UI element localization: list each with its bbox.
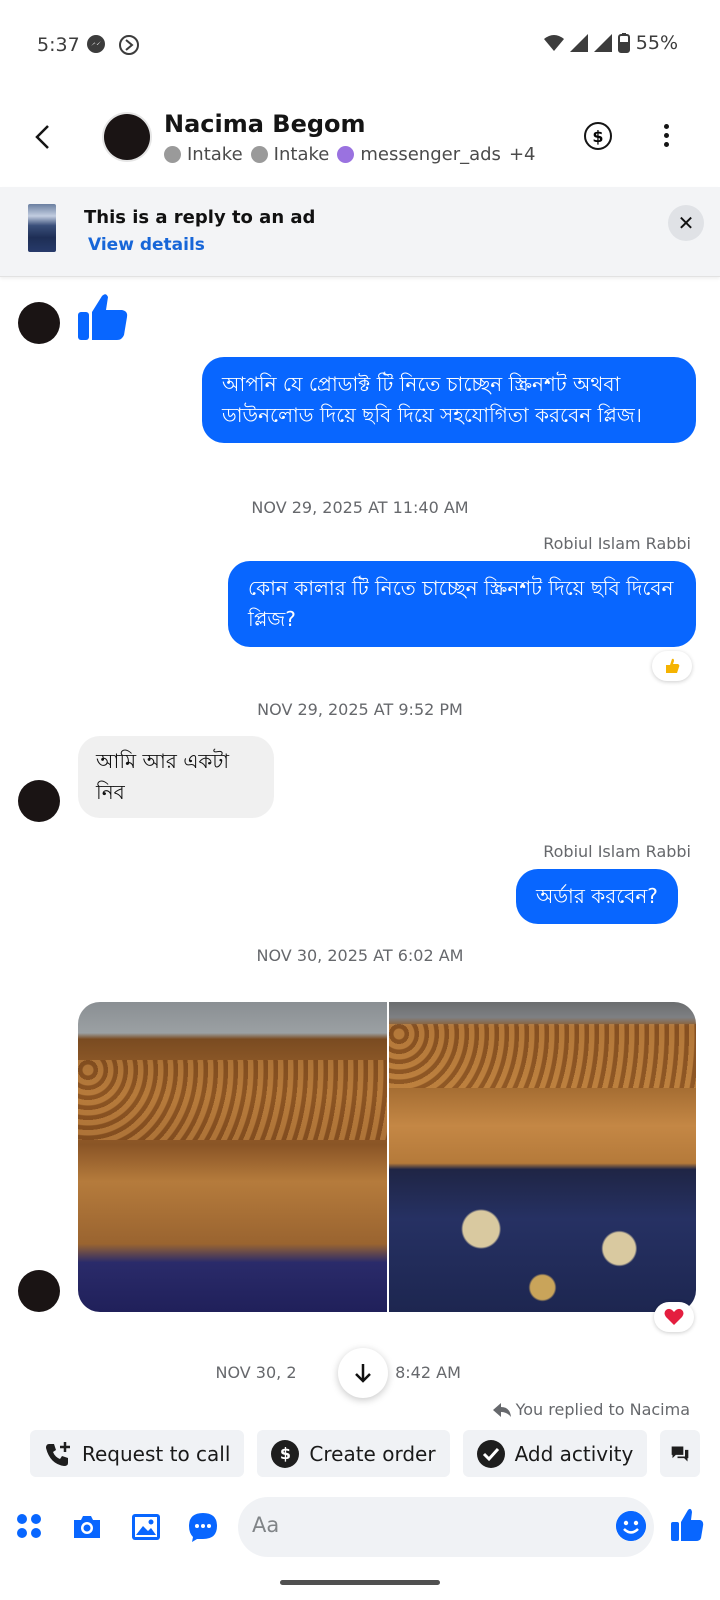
bed-photo-2[interactable] (389, 1002, 696, 1312)
gallery-icon[interactable] (130, 1511, 162, 1543)
signal-2-icon (593, 34, 612, 52)
dollar-circle-icon: $ (271, 1439, 300, 1468)
tag-intake-2: Intake (250, 144, 329, 165)
replied-text: You replied to Nacima (515, 1400, 690, 1419)
message-input[interactable]: Aa (238, 1497, 654, 1557)
timestamp-partial-right: 8:42 AM (395, 1363, 461, 1382)
view-details-link[interactable]: View details (88, 235, 205, 255)
heart-icon (664, 1308, 684, 1325)
more-actions-chip[interactable] (660, 1430, 701, 1477)
heart-reaction[interactable] (654, 1302, 694, 1332)
sender-name: Robiul Islam Rabbi (543, 534, 691, 553)
camera-icon[interactable] (71, 1511, 103, 1543)
request-to-call-label: Request to call (82, 1441, 231, 1466)
outgoing-message[interactable]: কোন কালার টি নিতে চাচ্ছেন স্ক্রিনশট দিয়… (228, 561, 696, 647)
contact-avatar[interactable] (104, 114, 150, 160)
sender-avatar[interactable] (18, 302, 60, 344)
create-order-label: Create order (309, 1441, 436, 1466)
timestamp: NOV 30, 2025 AT 6:02 AM (256, 946, 464, 965)
payment-button[interactable]: $ (584, 122, 612, 150)
back-arrow-icon[interactable] (28, 122, 58, 152)
dollar-icon: $ (592, 126, 604, 146)
request-to-call-button[interactable]: Request to call (30, 1430, 245, 1477)
message-composer: Aa (0, 1497, 720, 1559)
battery-level: 55% (635, 32, 678, 54)
conversation-header: Nacima Begom Intake Intake messenger_ads… (0, 100, 720, 182)
status-bar: 5:37 55% (0, 0, 720, 90)
timestamp: NOV 29, 2025 AT 9:52 PM (257, 700, 463, 719)
more-tags-count: +4 (508, 144, 536, 165)
status-right: 55% (543, 32, 678, 54)
thumbs-up-icon[interactable] (76, 290, 130, 344)
tag-messenger-ads: messenger_ads (337, 144, 501, 165)
scroll-to-bottom-button[interactable] (338, 1348, 388, 1398)
home-indicator[interactable] (280, 1580, 440, 1585)
thumbs-up-reaction[interactable] (652, 651, 692, 681)
wifi-icon (543, 35, 564, 51)
outgoing-message[interactable]: আপনি যে প্রোডাক্ট টি নিতে চাচ্ছেন স্ক্রি… (202, 357, 696, 443)
contact-name[interactable]: Nacima Begom (164, 110, 366, 138)
replied-indicator: You replied to Nacima (492, 1400, 690, 1419)
photo-attachment[interactable] (78, 1002, 696, 1312)
timestamp: NOV 29, 2025 AT 11:40 AM (251, 498, 469, 517)
contact-tags[interactable]: Intake Intake messenger_ads +4 (164, 144, 535, 165)
battery-icon (617, 33, 630, 53)
ad-thumbnail[interactable] (28, 204, 56, 252)
sender-avatar[interactable] (18, 1270, 60, 1312)
sync-notification-icon (119, 35, 139, 55)
thumbs-up-emoji-icon (666, 658, 680, 673)
status-time: 5:37 (37, 34, 80, 56)
add-activity-button[interactable]: Add activity (462, 1430, 648, 1477)
add-activity-label: Add activity (514, 1441, 634, 1466)
incoming-message[interactable]: আমি আর একটা নিব (78, 736, 274, 818)
signal-icon (569, 34, 588, 52)
outgoing-message[interactable]: অর্ডার করবেন? (516, 869, 678, 924)
ad-reply-banner: This is a reply to an ad View details ✕ (0, 187, 720, 277)
sender-avatar[interactable] (18, 780, 60, 822)
emoji-icon[interactable] (616, 1511, 646, 1541)
bed-photo-1[interactable] (78, 1002, 387, 1312)
phone-add-icon (44, 1440, 72, 1468)
more-options-icon[interactable] (662, 124, 670, 148)
close-icon[interactable]: ✕ (668, 205, 704, 241)
arrow-down-icon (355, 1364, 371, 1383)
sender-name: Robiul Islam Rabbi (543, 842, 691, 861)
chat-bubbles-icon (672, 1446, 689, 1461)
message-placeholder: Aa (252, 1513, 280, 1537)
chat-icon[interactable] (187, 1511, 219, 1543)
messenger-notification-icon (87, 35, 105, 53)
ad-banner-title: This is a reply to an ad (84, 207, 316, 228)
check-circle-icon (476, 1439, 505, 1468)
send-like-icon[interactable] (670, 1507, 704, 1543)
reply-arrow-icon (492, 1402, 511, 1417)
menu-grid-icon[interactable] (14, 1511, 46, 1543)
create-order-button[interactable]: $ Create order (257, 1430, 450, 1477)
quick-actions: Request to call $ Create order Add activ… (30, 1430, 701, 1480)
tag-intake: Intake (164, 144, 243, 165)
